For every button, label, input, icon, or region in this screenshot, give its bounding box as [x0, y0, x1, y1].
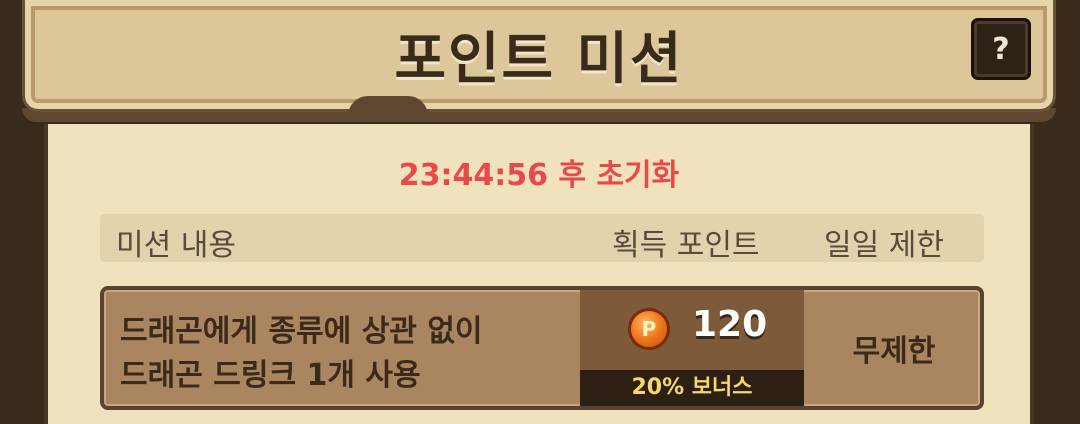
bonus-badge: 20% 보너스: [580, 370, 804, 406]
mission-line-1: 드래곤에게 종류에 상관 없이: [120, 314, 483, 349]
mission-row[interactable]: 드래곤에게 종류에 상관 없이 드래곤 드링크 1개 사용 P 120 20% …: [100, 286, 984, 410]
daily-limit: 무제한: [852, 334, 936, 369]
point-coin-icon: P: [628, 308, 670, 350]
column-points: 획득 포인트: [612, 228, 760, 263]
right-frame: [1056, 0, 1080, 418]
mission-panel: 23:44:56 후 초기화 미션 내용 획득 포인트 일일 제한 드래곤에게 …: [44, 124, 1034, 424]
coin-letter: P: [641, 317, 657, 341]
question-icon: ?: [992, 31, 1010, 67]
points-cell: P 120 20% 보너스: [580, 290, 804, 406]
column-mission: 미션 내용: [116, 228, 236, 263]
header-plaque: 포인트 미션 ?: [22, 0, 1056, 112]
page-title: 포인트 미션: [394, 27, 684, 92]
points-value: 120: [692, 304, 768, 345]
mission-description: 드래곤에게 종류에 상관 없이 드래곤 드링크 1개 사용: [120, 310, 580, 398]
table-header: 미션 내용 획득 포인트 일일 제한: [100, 214, 984, 263]
mission-line-2: 드래곤 드링크 1개 사용: [120, 358, 421, 393]
column-limit: 일일 제한: [824, 228, 944, 263]
reset-timer: 23:44:56 후 초기화: [398, 158, 680, 193]
help-button[interactable]: ?: [971, 18, 1031, 80]
header-notch: [348, 96, 428, 116]
left-frame: [0, 0, 22, 418]
